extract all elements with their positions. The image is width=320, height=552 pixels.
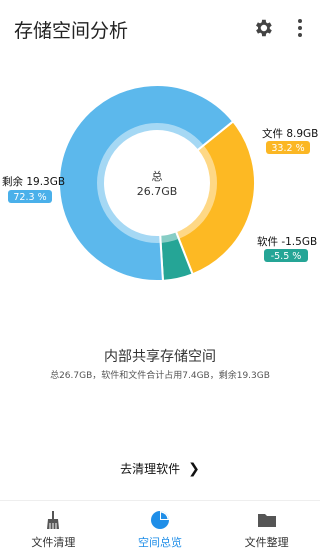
slice-label: 文件 8.9GB [262, 127, 318, 140]
nav-label-file-organize: 文件整理 [244, 536, 289, 549]
broom-icon [47, 511, 60, 529]
storage-donut-chart: 总 26.7GB 剩余 19.3GB 72.3 % 文件 8.9GB 33.2 % 软件 -… [2, 84, 318, 282]
page-title: 存储空间分析 [14, 20, 129, 42]
more-vert-icon[interactable] [292, 17, 308, 39]
folder-icon [257, 514, 276, 527]
slice-label: 软件 -1.5GB [257, 235, 317, 248]
center-value: 26.7GB [137, 185, 178, 198]
clean-apps-label: 去清理软件 [120, 462, 181, 476]
clean-apps-button[interactable]: 去清理软件 ❯ [0, 460, 320, 477]
slice-label: 剩余 19.3GB [2, 175, 65, 188]
nav-label-space-overview: 空间总览 [138, 536, 182, 549]
donut-center [105, 131, 209, 235]
nav-item-space-overview[interactable]: 空间总览 [107, 501, 214, 552]
nav-label-file-clean: 文件清理 [31, 536, 76, 549]
slice-percent-label: 72.3 % [13, 192, 46, 203]
center-label: 总 [152, 169, 163, 183]
app-bar: 存储空间分析 [0, 0, 320, 56]
storage-detail: 总26.7GB，软件和文件合计占用7.4GB，剩余19.3GB [50, 371, 270, 381]
storage-title: 内部共享存储空间 [104, 349, 216, 365]
bottom-nav: 文件清理 空间总览 文件整理 [0, 500, 320, 552]
slice-percent-label: 33.2 % [271, 143, 304, 154]
nav-item-file-organize[interactable]: 文件整理 [213, 501, 320, 552]
gear-icon[interactable] [252, 17, 274, 39]
chevron-right-icon: ❯ [188, 460, 200, 477]
nav-item-file-clean[interactable]: 文件清理 [0, 501, 107, 552]
slice-percent-label: -5.5 % [271, 251, 302, 262]
pie-chart-icon [151, 511, 169, 529]
